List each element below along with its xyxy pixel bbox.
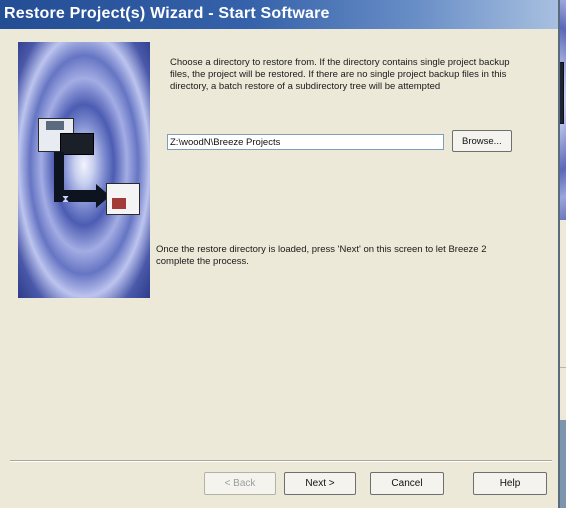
arrow-down-icon bbox=[54, 152, 64, 192]
button-separator bbox=[10, 460, 552, 462]
server-icon bbox=[60, 133, 94, 155]
hourglass-icon: ⧗ bbox=[62, 194, 70, 205]
title-bar[interactable]: Restore Project(s) Wizard - Start Softwa… bbox=[0, 0, 558, 29]
help-button[interactable]: Help bbox=[473, 472, 547, 495]
window-title: Restore Project(s) Wizard - Start Softwa… bbox=[4, 5, 330, 22]
restore-wizard-window: Restore Project(s) Wizard - Start Softwa… bbox=[0, 0, 560, 508]
wizard-illustration bbox=[18, 42, 150, 298]
next-step-note: Once the restore directory is loaded, pr… bbox=[156, 244, 487, 267]
back-button[interactable]: < Back bbox=[204, 472, 276, 495]
next-button[interactable]: Next > bbox=[284, 472, 356, 495]
arrow-right-icon bbox=[54, 190, 98, 202]
cancel-button[interactable]: Cancel bbox=[370, 472, 444, 495]
restore-directory-input[interactable] bbox=[167, 134, 444, 150]
floppy-disk-icon bbox=[106, 183, 140, 215]
instructions-text: Choose a directory to restore from. If t… bbox=[170, 57, 510, 92]
browse-button[interactable]: Browse... bbox=[452, 130, 512, 152]
